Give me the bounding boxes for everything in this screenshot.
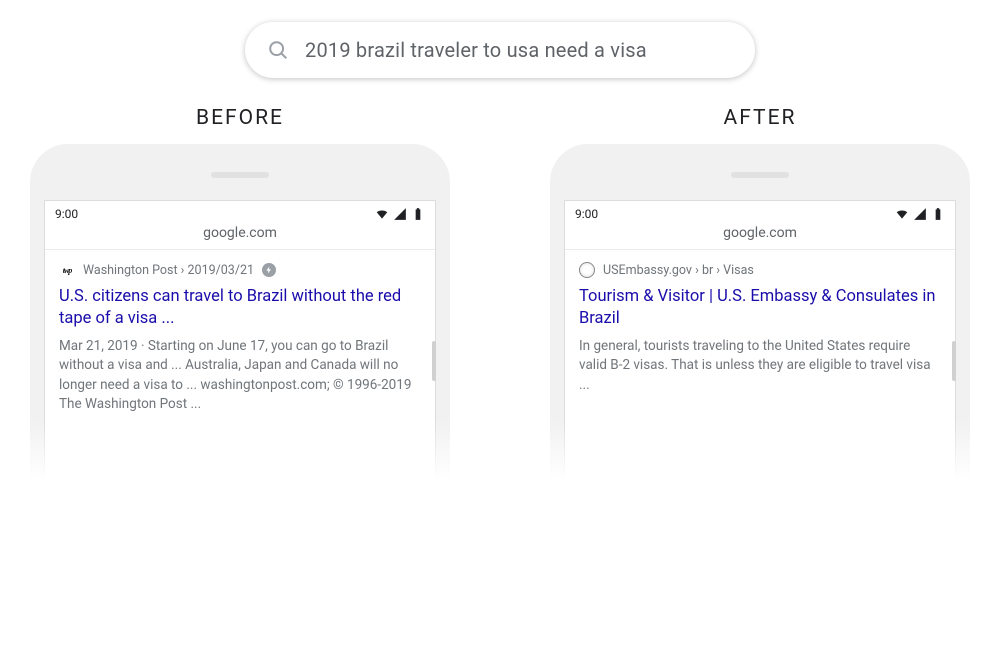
- before-heading: BEFORE: [196, 106, 284, 130]
- breadcrumb-text: Washington Post › 2019/03/21: [83, 263, 254, 278]
- result-snippet: Mar 21, 2019 · Starting on June 17, you …: [59, 337, 421, 415]
- status-time: 9:00: [55, 207, 78, 221]
- status-time: 9:00: [575, 207, 598, 221]
- result-breadcrumb: twp Washington Post › 2019/03/21: [59, 262, 421, 278]
- status-bar: 9:00: [45, 201, 435, 223]
- phone-screen-before: 9:00 google.com twp Washington Post › 20…: [44, 200, 436, 480]
- battery-icon: [411, 207, 425, 221]
- comparison-row: BEFORE 9:00 google.com twp Washington Po: [0, 106, 1000, 480]
- scrollbar-thumb[interactable]: [952, 341, 956, 381]
- result-breadcrumb: USEmbassy.gov › br › Visas: [579, 262, 941, 278]
- battery-icon: [931, 207, 945, 221]
- phone-frame-before: 9:00 google.com twp Washington Post › 20…: [30, 144, 450, 480]
- before-column: BEFORE 9:00 google.com twp Washington Po: [30, 106, 450, 480]
- result-snippet: In general, tourists traveling to the Un…: [579, 337, 941, 396]
- wifi-icon: [375, 207, 389, 221]
- search-result-after[interactable]: USEmbassy.gov › br › Visas Tourism & Vis…: [565, 250, 955, 405]
- breadcrumb-text: USEmbassy.gov › br › Visas: [603, 263, 754, 278]
- status-icons: [895, 207, 945, 221]
- phone-speaker: [211, 172, 269, 178]
- result-title[interactable]: U.S. citizens can travel to Brazil witho…: [59, 286, 421, 331]
- url-bar: google.com: [565, 223, 955, 250]
- favicon-embassy: [579, 262, 595, 278]
- phone-frame-after: 9:00 google.com USEmbassy.gov › br › Vis…: [550, 144, 970, 480]
- phone-screen-after: 9:00 google.com USEmbassy.gov › br › Vis…: [564, 200, 956, 480]
- url-bar: google.com: [45, 223, 435, 250]
- search-icon: [267, 39, 289, 61]
- cell-signal-icon: [393, 207, 407, 221]
- status-icons: [375, 207, 425, 221]
- after-heading: AFTER: [724, 106, 797, 130]
- scrollbar-thumb[interactable]: [432, 341, 436, 381]
- result-title[interactable]: Tourism & Visitor | U.S. Embassy & Consu…: [579, 286, 941, 331]
- search-query: 2019 brazil traveler to usa need a visa: [305, 38, 647, 62]
- cell-signal-icon: [913, 207, 927, 221]
- status-bar: 9:00: [565, 201, 955, 223]
- snippet-date: Mar 21, 2019: [59, 338, 138, 354]
- wifi-icon: [895, 207, 909, 221]
- search-bar[interactable]: 2019 brazil traveler to usa need a visa: [245, 22, 755, 78]
- amp-icon: [262, 263, 276, 277]
- after-column: AFTER 9:00 google.com USEmbassy.gov › b: [550, 106, 970, 480]
- search-result-before[interactable]: twp Washington Post › 2019/03/21 U.S. ci…: [45, 250, 435, 425]
- phone-speaker: [731, 172, 789, 178]
- favicon-wp: twp: [59, 262, 75, 278]
